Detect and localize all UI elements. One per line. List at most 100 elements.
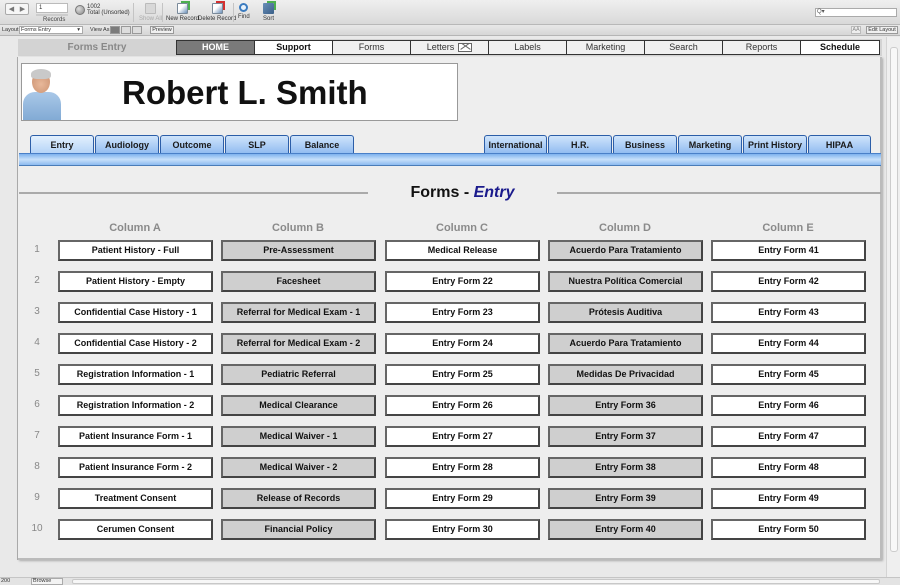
- nav-tab-labels[interactable]: Labels: [489, 41, 567, 54]
- view-as-table-button[interactable]: [132, 26, 142, 34]
- form-button[interactable]: Prótesis Auditiva: [548, 302, 703, 323]
- vertical-scrollbar[interactable]: [886, 37, 900, 577]
- scrollbar-thumb[interactable]: [890, 47, 898, 552]
- form-button[interactable]: Financial Policy: [221, 519, 376, 540]
- form-button[interactable]: Cerumen Consent: [58, 519, 213, 540]
- avatar-body: [23, 92, 61, 120]
- tab-international[interactable]: International: [484, 135, 547, 154]
- form-button[interactable]: Medidas De Privacidad: [548, 364, 703, 385]
- form-button[interactable]: Entry Form 43: [711, 302, 866, 323]
- form-button[interactable]: Entry Form 45: [711, 364, 866, 385]
- tab-hr[interactable]: H.R.: [548, 135, 612, 154]
- form-button[interactable]: Entry Form 22: [385, 271, 540, 292]
- form-button[interactable]: Medical Waiver - 2: [221, 457, 376, 478]
- form-button[interactable]: Registration Information - 2: [58, 395, 213, 416]
- status-bar: 200 Browse: [0, 577, 900, 585]
- sort-button[interactable]: Sort: [263, 3, 274, 22]
- form-button[interactable]: Entry Form 25: [385, 364, 540, 385]
- mode-select[interactable]: Browse: [31, 578, 63, 585]
- form-button[interactable]: Entry Form 38: [548, 457, 703, 478]
- tab-bar: [19, 153, 881, 166]
- nav-tab-search[interactable]: Search: [645, 41, 723, 54]
- zoom-level[interactable]: 200: [1, 578, 10, 584]
- find-button[interactable]: Find: [238, 3, 250, 20]
- tab-outcome[interactable]: Outcome: [160, 135, 224, 154]
- form-button[interactable]: Entry Form 29: [385, 488, 540, 509]
- nav-tab-letters[interactable]: Letters: [411, 41, 489, 54]
- delete-record-button[interactable]: Delete Record: [198, 3, 236, 22]
- form-button[interactable]: Medical Release: [385, 240, 540, 261]
- view-as-form-button[interactable]: [110, 26, 120, 34]
- form-button[interactable]: Confidential Case History - 2: [58, 333, 213, 354]
- form-button[interactable]: Acuerdo Para Tratamiento: [548, 333, 703, 354]
- form-button[interactable]: Treatment Consent: [58, 488, 213, 509]
- form-button[interactable]: Entry Form 37: [548, 426, 703, 447]
- form-button[interactable]: Referral for Medical Exam - 2: [221, 333, 376, 354]
- nav-tab-support[interactable]: Support: [255, 41, 333, 54]
- nav-tab-forms[interactable]: Forms: [333, 41, 411, 54]
- tab-balance[interactable]: Balance: [290, 135, 354, 154]
- form-button[interactable]: Entry Form 28: [385, 457, 540, 478]
- tab-print-history[interactable]: Print History: [743, 135, 807, 154]
- form-button[interactable]: Medical Clearance: [221, 395, 376, 416]
- form-button[interactable]: Acuerdo Para Tratamiento: [548, 240, 703, 261]
- form-button[interactable]: Entry Form 26: [385, 395, 540, 416]
- nav-tab-reports[interactable]: Reports: [723, 41, 801, 54]
- show-all-button[interactable]: Show All: [139, 3, 162, 22]
- previous-record-icon[interactable]: ◀: [9, 5, 14, 13]
- tab-marketing[interactable]: Marketing: [678, 135, 742, 154]
- next-record-icon[interactable]: ▶: [20, 5, 25, 13]
- form-button[interactable]: Pre-Assessment: [221, 240, 376, 261]
- preview-button[interactable]: Preview: [150, 26, 174, 34]
- form-button[interactable]: Entry Form 50: [711, 519, 866, 540]
- layout-select[interactable]: Forms Entry ▾: [19, 26, 83, 34]
- layout-bar: Layout: Forms Entry ▾ View As: Preview A…: [0, 25, 900, 36]
- formatting-bar-button[interactable]: AÂ: [851, 26, 861, 34]
- record-slider[interactable]: [36, 14, 68, 16]
- form-button[interactable]: Entry Form 47: [711, 426, 866, 447]
- form-button[interactable]: Registration Information - 1: [58, 364, 213, 385]
- nav-tab-marketing[interactable]: Marketing: [567, 41, 645, 54]
- avatar-hair: [31, 69, 51, 79]
- form-button[interactable]: Entry Form 42: [711, 271, 866, 292]
- current-record-input[interactable]: 1: [36, 3, 68, 13]
- form-button[interactable]: Entry Form 48: [711, 457, 866, 478]
- tab-entry[interactable]: Entry: [30, 135, 94, 154]
- form-button[interactable]: Facesheet: [221, 271, 376, 292]
- tab-audiology[interactable]: Audiology: [95, 135, 159, 154]
- form-button[interactable]: Entry Form 30: [385, 519, 540, 540]
- form-button[interactable]: Entry Form 40: [548, 519, 703, 540]
- form-button[interactable]: Entry Form 46: [711, 395, 866, 416]
- form-button[interactable]: Patient Insurance Form - 2: [58, 457, 213, 478]
- form-button[interactable]: Patient History - Full: [58, 240, 213, 261]
- form-button[interactable]: Medical Waiver - 1: [221, 426, 376, 447]
- column-header: Column D: [599, 222, 651, 234]
- form-button[interactable]: Entry Form 23: [385, 302, 540, 323]
- form-button[interactable]: Entry Form 24: [385, 333, 540, 354]
- form-button[interactable]: Entry Form 49: [711, 488, 866, 509]
- record-navigator[interactable]: ◀ ▶: [5, 3, 29, 15]
- edit-layout-button[interactable]: Edit Layout: [866, 26, 898, 34]
- form-button[interactable]: Entry Form 41: [711, 240, 866, 261]
- form-button[interactable]: Patient Insurance Form - 1: [58, 426, 213, 447]
- form-button[interactable]: Nuestra Política Comercial: [548, 271, 703, 292]
- tab-business[interactable]: Business: [613, 135, 677, 154]
- form-button[interactable]: Release of Records: [221, 488, 376, 509]
- view-as-list-button[interactable]: [121, 26, 131, 34]
- nav-tab-schedule[interactable]: Schedule: [801, 41, 879, 54]
- tab-slp[interactable]: SLP: [225, 135, 289, 154]
- nav-tab-home[interactable]: HOME: [177, 41, 255, 54]
- form-button[interactable]: Entry Form 39: [548, 488, 703, 509]
- form-button[interactable]: Entry Form 36: [548, 395, 703, 416]
- form-button[interactable]: Entry Form 44: [711, 333, 866, 354]
- row-number: 3: [34, 306, 40, 317]
- form-button[interactable]: Confidential Case History - 1: [58, 302, 213, 323]
- form-button[interactable]: Referral for Medical Exam - 1: [221, 302, 376, 323]
- quick-find-input[interactable]: Q▾: [815, 8, 897, 17]
- form-button[interactable]: Entry Form 27: [385, 426, 540, 447]
- horizontal-scrollbar[interactable]: [72, 579, 880, 584]
- form-button[interactable]: Patient History - Empty: [58, 271, 213, 292]
- tab-hipaa[interactable]: HIPAA: [808, 135, 871, 154]
- new-record-button[interactable]: New Record: [166, 3, 199, 22]
- form-button[interactable]: Pediatric Referral: [221, 364, 376, 385]
